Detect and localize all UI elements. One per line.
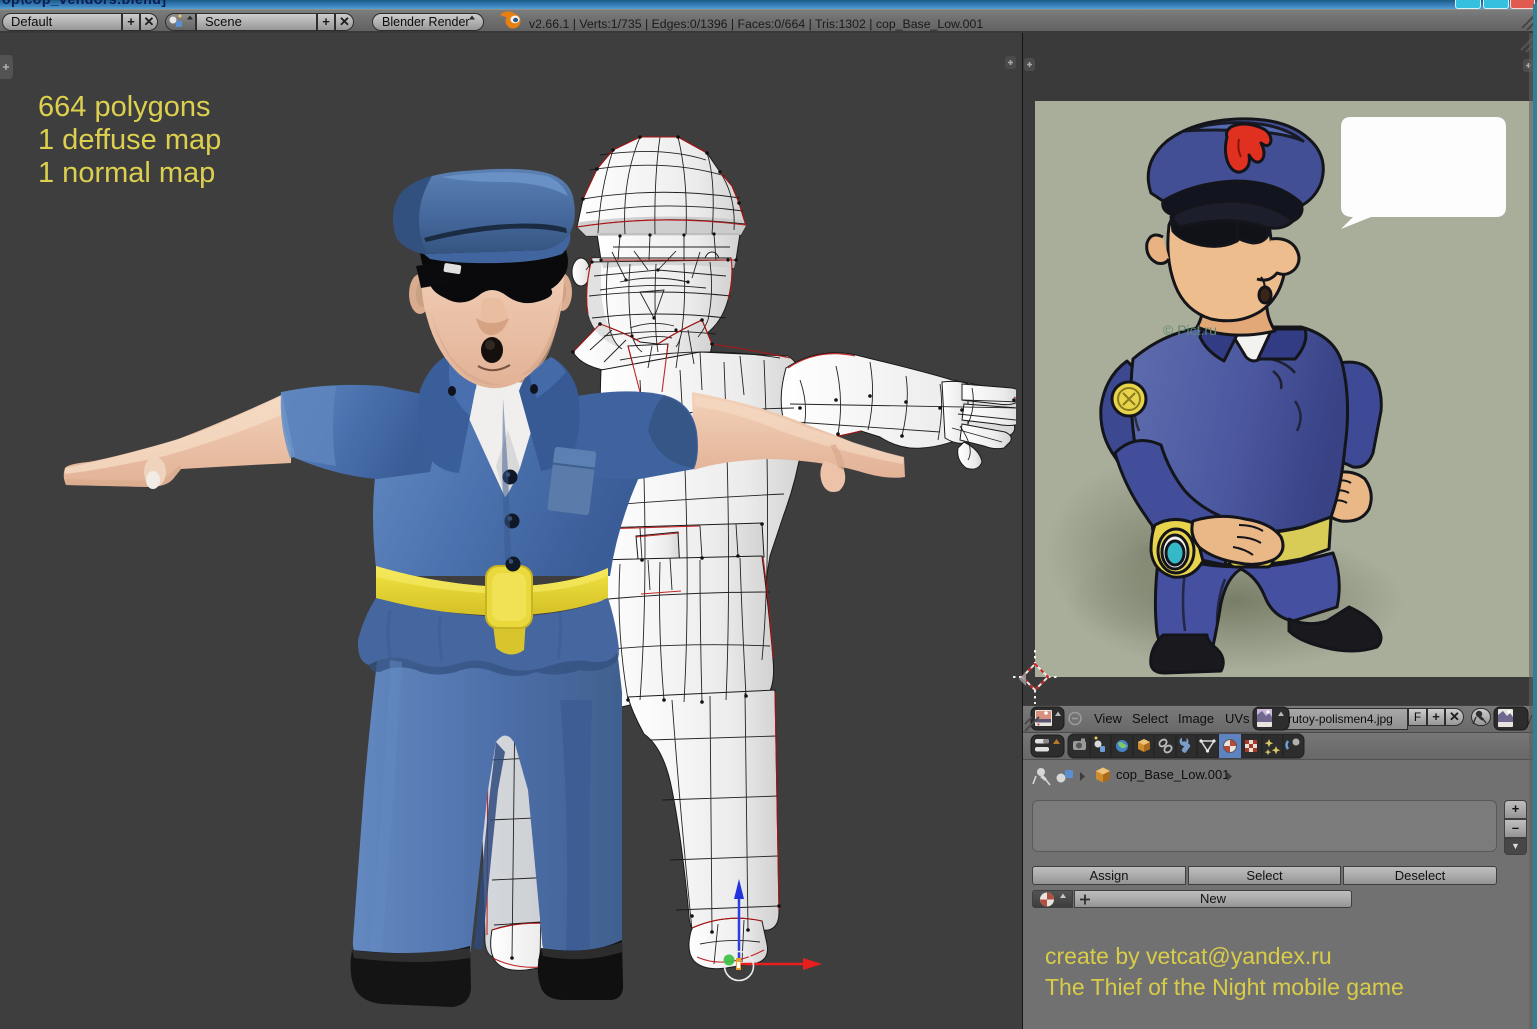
svg-text:© Pict.ru: © Pict.ru <box>1163 322 1217 338</box>
